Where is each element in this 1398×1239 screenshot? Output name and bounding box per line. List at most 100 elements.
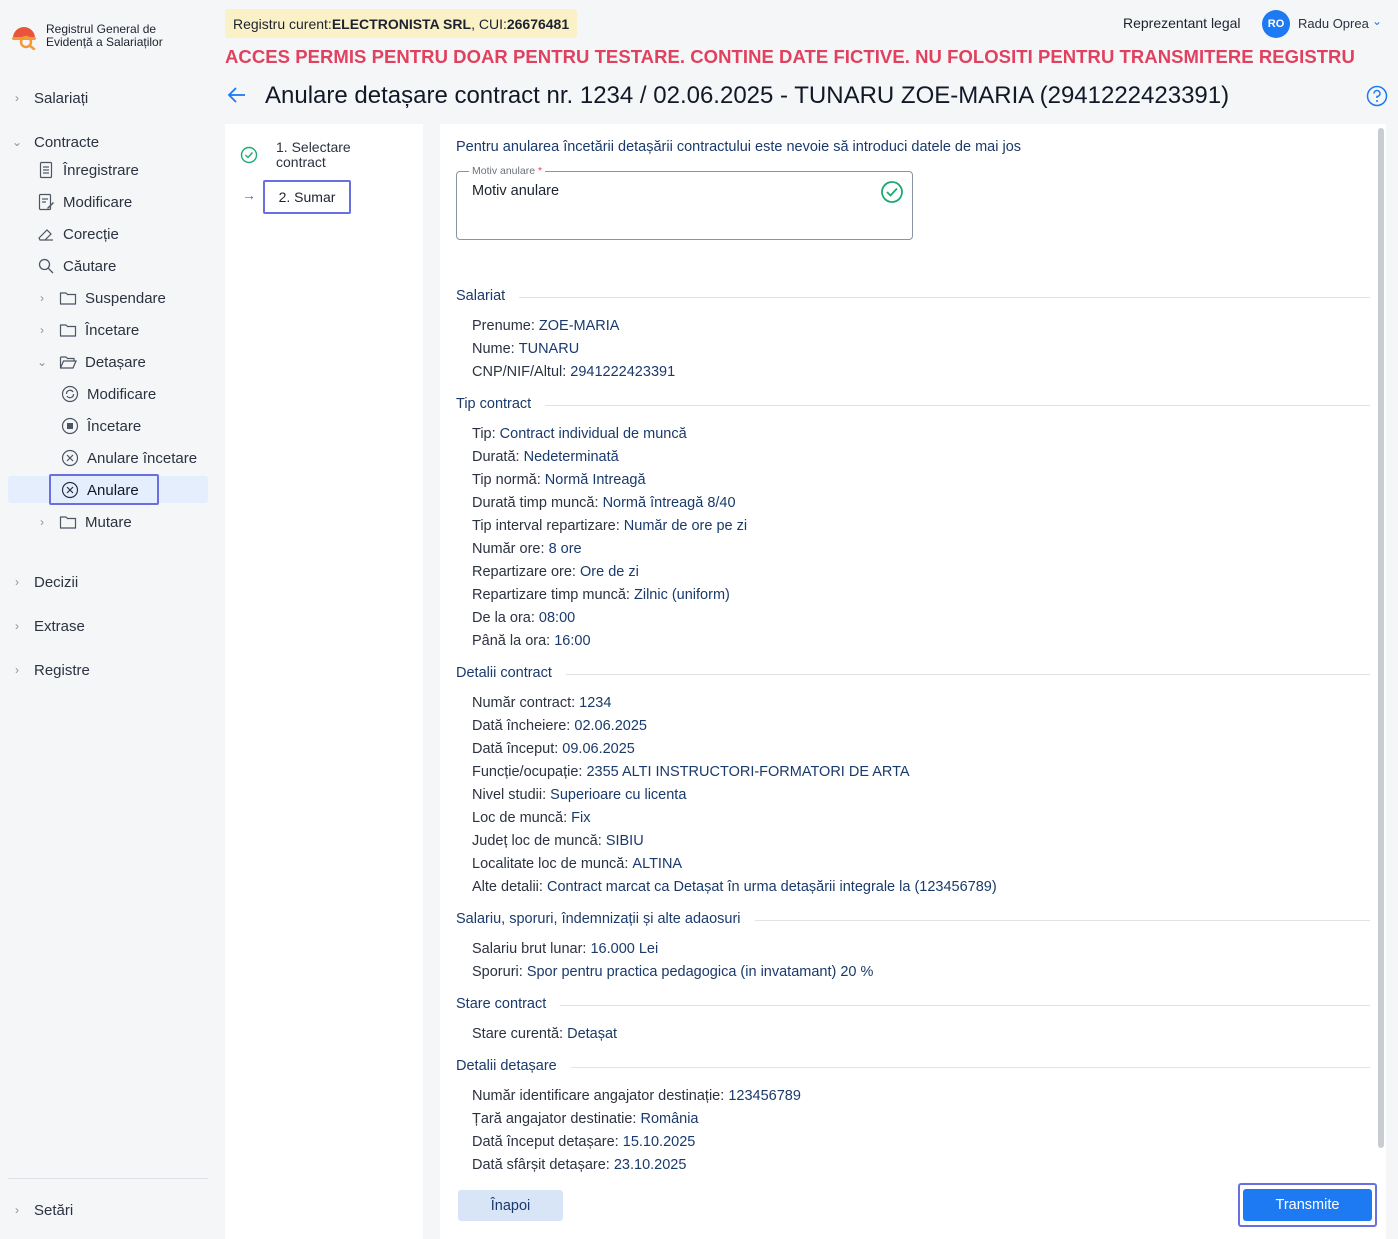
kv-repartizare-timp: Repartizare timp muncă: Zilnic (uniform) [472, 587, 730, 603]
sidebar-item-label: Contracte [34, 133, 100, 151]
section-divider [456, 674, 1370, 675]
section-salariat: Salariat [456, 287, 1370, 307]
kv-id-angajator: Număr identificare angajator destinație:… [472, 1088, 801, 1104]
sidebar-item-detasare-incetare[interactable]: Încetare [61, 413, 141, 439]
submit-button[interactable]: Transmite [1243, 1189, 1372, 1221]
sidebar-item-anulare-incetare[interactable]: Anulare încetare [61, 445, 197, 471]
kv-value: Detașat [567, 1026, 618, 1042]
sidebar-item-detasare-modificare[interactable]: Modificare [61, 381, 156, 407]
sidebar-item-salariati[interactable]: › Salariați [10, 85, 88, 111]
kv-judet: Județ loc de muncă: SIBIU [472, 833, 644, 849]
close-circle-icon [61, 449, 79, 467]
motiv-anulare-input[interactable]: Motiv anulare [472, 183, 559, 199]
kv-key: Durată timp muncă: [472, 495, 603, 511]
chevron-right-icon: › [40, 515, 44, 529]
back-button[interactable]: Înapoi [458, 1190, 563, 1221]
sidebar-divider [8, 1178, 208, 1179]
kv-value: Normă Intreagă [544, 472, 646, 488]
step1-label-line2: contract [276, 154, 326, 170]
kv-value: 16.000 Lei [590, 941, 659, 957]
kv-key: Număr identificare angajator destinație: [472, 1088, 729, 1104]
kv-key: Nume: [472, 341, 519, 357]
kv-value: 08:00 [538, 610, 576, 626]
sidebar-item-label: Înregistrare [63, 161, 139, 179]
kv-key: CNP/NIF/Altul: [472, 364, 571, 380]
chevron-right-icon: › [15, 1203, 19, 1217]
stop-circle-icon [61, 417, 79, 435]
sidebar-item-decizii[interactable]: › Decizii [10, 569, 78, 595]
kv-value: SIBIU [605, 833, 644, 849]
step-sumar[interactable]: 2. Sumar [263, 180, 351, 214]
kv-numar-contract: Număr contract: 1234 [472, 695, 611, 711]
step-selectare-contract[interactable]: 1. Selectare contract [240, 140, 351, 170]
sidebar-item-label: Registre [34, 661, 90, 679]
kv-value: Ore de zi [580, 564, 639, 580]
app-logo[interactable]: Registrul General de Evidență a Salariaț… [10, 22, 186, 51]
registry-prefix: Registru curent: [233, 15, 332, 32]
scrollbar[interactable] [1378, 128, 1384, 1148]
kv-value: Spor pentru practica pedagogica (in inva… [526, 964, 874, 980]
page-title: Anulare detașare contract nr. 1234 / 02.… [265, 82, 1230, 109]
kv-key: Dată încheiere: [472, 718, 575, 734]
chevron-right-icon: › [15, 575, 19, 589]
sidebar-item-inregistrare[interactable]: Înregistrare [37, 157, 139, 183]
avatar[interactable]: RO [1262, 10, 1290, 38]
kv-key: Repartizare timp muncă: [472, 587, 634, 603]
sidebar-item-suspendare[interactable]: › Suspendare [35, 285, 166, 311]
kv-value: Număr de ore pe zi [623, 518, 748, 534]
kv-sporuri: Sporuri: Spor pentru practica pedagogica… [472, 964, 873, 980]
kv-salariu-brut: Salariu brut lunar: 16.000 Lei [472, 941, 658, 957]
section-detalii-contract: Detalii contract [456, 664, 1370, 684]
back-arrow-icon[interactable] [226, 84, 248, 106]
sidebar-item-incetare[interactable]: › Încetare [35, 317, 139, 343]
kv-key: Nivel studii: [472, 787, 551, 803]
section-title: Salariat [456, 288, 520, 304]
folder-open-icon [59, 353, 77, 371]
kv-value: Superioare cu licenta [550, 787, 687, 803]
kv-key: Tip: [472, 426, 500, 442]
sidebar-item-contracte[interactable]: ⌄ Contracte [10, 129, 99, 155]
sidebar: Registrul General de Evidență a Salariaț… [0, 0, 222, 1239]
kv-value: ZOE-MARIA [538, 318, 620, 334]
section-title: Detalii detașare [456, 1058, 571, 1074]
section-salariu: Salariu, sporuri, îndemnizații și alte a… [456, 910, 1370, 930]
sidebar-item-setari[interactable]: › Setări [10, 1197, 73, 1223]
kv-key: Alte detalii: [472, 879, 547, 895]
chevron-right-icon: › [15, 91, 19, 105]
kv-value: Contract marcat ca Detașat în urma detaș… [546, 879, 997, 895]
kv-key: Prenume: [472, 318, 539, 334]
sidebar-item-mutare[interactable]: › Mutare [35, 509, 132, 535]
sidebar-item-registre[interactable]: › Registre [10, 657, 90, 683]
kv-key: Salariu brut lunar: [472, 941, 591, 957]
sidebar-item-modificare[interactable]: Modificare [37, 189, 132, 215]
section-divider [456, 297, 1370, 298]
kv-tip-interval: Tip interval repartizare: Număr de ore p… [472, 518, 747, 534]
sidebar-item-extrase[interactable]: › Extrase [10, 613, 85, 639]
chevron-down-icon[interactable]: ⌄ [1372, 14, 1382, 28]
sidebar-item-label: Modificare [87, 385, 157, 403]
help-icon[interactable] [1366, 85, 1388, 107]
sidebar-item-label: Căutare [63, 257, 117, 275]
sidebar-item-cautare[interactable]: Căutare [37, 253, 116, 279]
kv-key: Loc de muncă: [472, 810, 572, 826]
sidebar-item-detasare[interactable]: ⌄ Detașare [35, 349, 146, 375]
kv-functie: Funcție/ocupație: 2355 ALTI INSTRUCTORI-… [472, 764, 910, 780]
kv-value: 23.10.2025 [613, 1157, 687, 1173]
motiv-anulare-field[interactable]: Motiv anulare * Motiv anulare [456, 165, 913, 240]
sidebar-item-anulare[interactable]: Anulare [61, 477, 139, 503]
chevron-right-icon: › [15, 663, 19, 677]
kv-durata-timp-munca: Durată timp muncă: Normă întreagă 8/40 [472, 495, 736, 511]
kv-data-incheiere: Dată încheiere: 02.06.2025 [472, 718, 647, 734]
sidebar-item-label: Modificare [63, 193, 133, 211]
kv-value: 09.06.2025 [562, 741, 635, 757]
registry-cui-prefix: , CUI: [471, 15, 507, 32]
kv-sfarsit-detasare: Dată sfârșit detașare: 23.10.2025 [472, 1157, 686, 1173]
kv-key: Număr ore: [472, 541, 549, 557]
sidebar-item-corectie[interactable]: Corecție [37, 221, 119, 247]
section-title: Salariu, sporuri, îndemnizații și alte a… [456, 911, 755, 927]
folder-icon [59, 289, 77, 307]
steps-panel [225, 124, 423, 1239]
sidebar-item-label: Încetare [85, 321, 140, 339]
user-name[interactable]: Radu Oprea [1298, 16, 1369, 31]
kv-repartizare-ore: Repartizare ore: Ore de zi [472, 564, 639, 580]
